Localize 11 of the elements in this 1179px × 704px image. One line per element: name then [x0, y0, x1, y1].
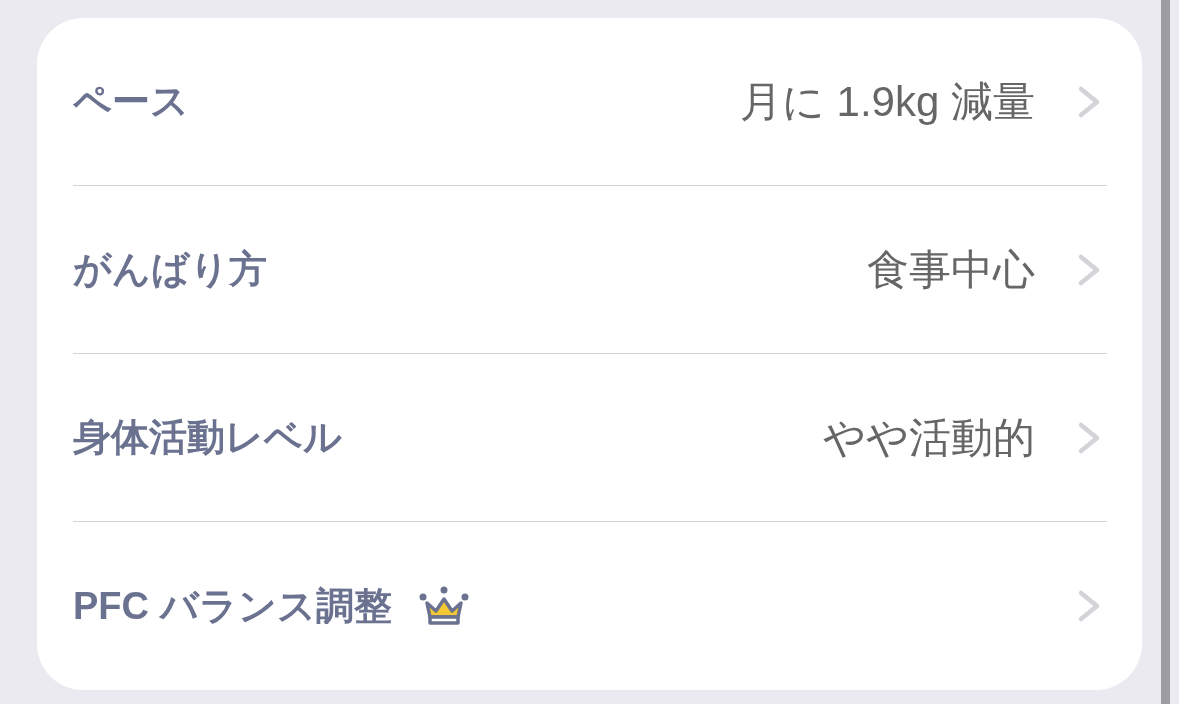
- setting-label: 身体活動レベル: [73, 415, 342, 460]
- setting-value: 月に 1.9kg 減量: [739, 76, 1035, 127]
- chevron-icon[interactable]: [1077, 589, 1101, 623]
- setting-label: がんばり方: [73, 247, 267, 292]
- setting-value: やや活動的: [823, 412, 1035, 463]
- chevron-icon[interactable]: [1077, 252, 1101, 287]
- chevron-icon[interactable]: [1077, 84, 1101, 119]
- setting-label: ペース: [73, 79, 189, 124]
- setting-value: 食事中心: [867, 244, 1035, 295]
- chevron-icon[interactable]: [1077, 420, 1101, 455]
- setting-label: PFC バランス調整: [73, 583, 392, 629]
